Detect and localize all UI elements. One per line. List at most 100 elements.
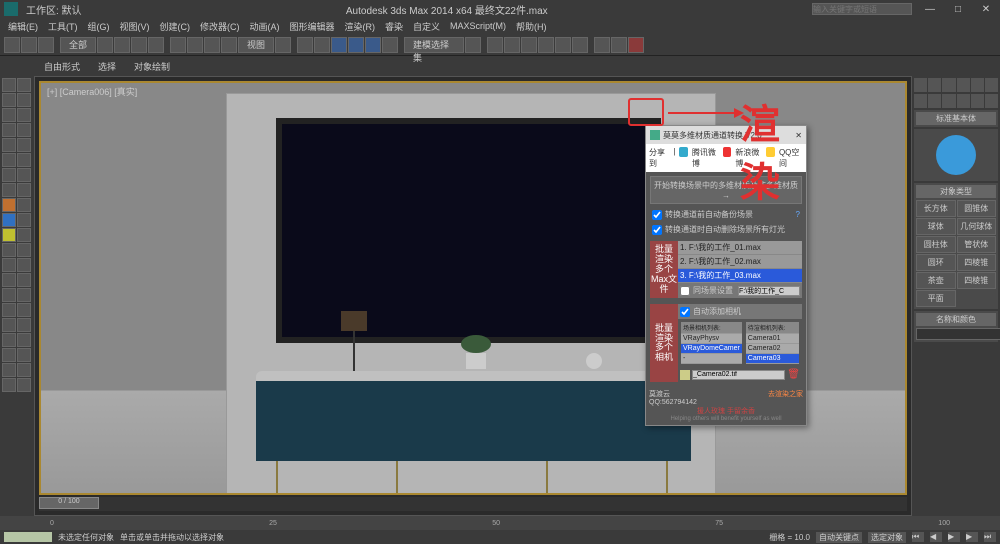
tool-icon[interactable] [2,363,16,377]
tool-icon[interactable] [17,168,31,182]
tool-icon[interactable] [17,78,31,92]
time-slider-thumb[interactable]: 0 / 100 [39,497,99,509]
list-item[interactable]: 3. F:\我的工作_03.max [678,269,802,283]
geometry-icon[interactable] [914,94,927,108]
tool-icon[interactable] [2,153,16,167]
graphite-icon[interactable] [521,37,537,53]
tool-icon[interactable] [2,348,16,362]
primitives-dropdown[interactable]: 标准基本体 [916,112,996,125]
workspace-label[interactable]: 工作区: 默认 [26,2,82,17]
tool-icon[interactable] [2,333,16,347]
cylinder-button[interactable]: 圆柱体 [916,236,956,253]
folder-icon[interactable] [680,370,690,380]
tool-icon[interactable] [17,153,31,167]
move-icon[interactable] [170,37,186,53]
shapes-icon[interactable] [928,94,941,108]
dialog-titlebar[interactable]: 莫莫多维材质通道转换 V2.0 ✕ [646,126,806,144]
rect-select-icon[interactable] [131,37,147,53]
sphere-button[interactable]: 球体 [916,218,956,235]
modify-tab-icon[interactable] [928,78,941,92]
manipulate-icon[interactable] [297,37,313,53]
tool-icon[interactable] [2,273,16,287]
schematic-icon[interactable] [555,37,571,53]
menu-tools[interactable]: 工具(T) [44,20,82,33]
minimize-icon[interactable]: — [920,4,940,15]
share-qzone[interactable]: QQ空间 [779,147,803,169]
backup-checkbox[interactable] [652,210,662,220]
tool-icon[interactable] [17,333,31,347]
tool-icon[interactable] [2,288,16,302]
teapot-button[interactable]: 茶壶 [916,272,956,289]
ribbon-freeform[interactable]: 自由形式 [40,60,84,73]
render-setup-icon[interactable] [594,37,610,53]
tool-icon[interactable] [17,273,31,287]
start-convert-button[interactable]: 开始转换场景中的多维材质及非多维材质 → [650,176,802,204]
list-item[interactable]: Camera01 [746,334,799,344]
tool-icon[interactable] [2,183,16,197]
menu-graph[interactable]: 图形编辑器 [286,20,339,33]
menu-customize[interactable]: 自定义 [409,20,444,33]
tool-icon[interactable] [2,93,16,107]
timeline-ruler[interactable]: 0 25 50 75 100 [0,516,1000,530]
tool-icon[interactable] [17,123,31,137]
share-sina[interactable]: 新浪微博 [735,147,762,169]
select-icon[interactable] [97,37,113,53]
files-list[interactable]: 1. F:\我的工作_01.max 2. F:\我的工作_02.max 3. F… [678,241,802,298]
viewport-label[interactable]: [+] [Camera006] [真实] [47,85,137,98]
create-tab-icon[interactable] [914,78,927,92]
tool-icon[interactable] [17,303,31,317]
list-item[interactable]: 1. F:\我的工作_01.max [678,241,802,255]
torus-button[interactable]: 圆环 [916,254,956,271]
tool-icon[interactable] [17,228,31,242]
tool-icon[interactable] [2,378,16,392]
tool-icon[interactable] [2,258,16,272]
menu-animation[interactable]: 动画(A) [246,20,284,33]
ribbon-select[interactable]: 选择 [94,60,120,73]
angle-snap-icon[interactable] [348,37,364,53]
tool-icon[interactable] [2,303,16,317]
tool-icon[interactable] [2,198,16,212]
sina-weibo-icon[interactable] [723,147,731,157]
menu-maxscript[interactable]: MAXScript(M) [446,21,510,31]
tool-icon[interactable] [2,213,16,227]
time-slider-track[interactable]: 0 / 100 [39,497,907,511]
menu-create[interactable]: 创建(C) [156,20,195,33]
help-search-input[interactable] [812,3,912,15]
spinner-snap-icon[interactable] [382,37,398,53]
tool-icon[interactable] [17,108,31,122]
list-item[interactable]: Camera02 [746,344,799,354]
tool-icon[interactable] [17,348,31,362]
tool-icon[interactable] [17,363,31,377]
list-item[interactable]: VRayDomeCamer [681,344,742,354]
menu-render[interactable]: 渲染(R) [341,20,380,33]
tencent-weibo-icon[interactable] [679,147,687,157]
share-tencent[interactable]: 腾讯微博 [692,147,719,169]
refcoord-icon[interactable] [221,37,237,53]
render-cameras-list[interactable]: 待渲相机列表: Camera01 Camera02 Camera03 [746,322,799,364]
plane-button[interactable]: 平面 [916,290,956,307]
qzone-icon[interactable] [766,147,774,157]
auto-cam-checkbox[interactable] [680,307,690,317]
delete-lights-checkbox[interactable] [652,225,662,235]
tool-icon[interactable] [2,243,16,257]
tool-icon[interactable] [17,318,31,332]
window-crossing-icon[interactable] [148,37,164,53]
menu-modifiers[interactable]: 修改器(C) [196,20,244,33]
scene-set-checkbox[interactable] [680,286,690,296]
rotate-icon[interactable] [187,37,203,53]
tool-icon[interactable] [2,228,16,242]
material-editor-icon[interactable] [572,37,588,53]
delete-icon[interactable]: 🗑 [787,369,800,380]
tool-icon[interactable] [17,288,31,302]
auto-key-button[interactable]: 自动关键点 [816,532,862,543]
align-icon[interactable] [487,37,503,53]
tool-icon[interactable] [2,78,16,92]
list-item[interactable]: - [681,354,742,364]
tool-icon[interactable] [2,123,16,137]
pivot-icon[interactable] [275,37,291,53]
ribbon-object-paint[interactable]: 对象绘制 [130,60,174,73]
pyramid2-button[interactable]: 四棱锥 [957,272,997,289]
object-name-input[interactable] [916,328,1000,340]
goto-end-icon[interactable]: ⏭ [984,532,996,542]
cam-output-input[interactable] [692,370,785,380]
